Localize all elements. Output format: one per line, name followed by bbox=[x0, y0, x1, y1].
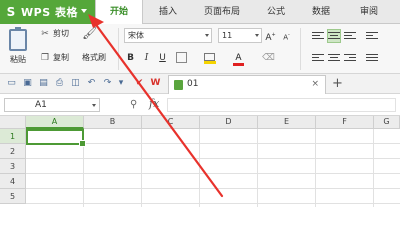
align-center-icon[interactable] bbox=[328, 52, 340, 64]
clipboard-icon bbox=[9, 27, 27, 51]
formula-bar: A1 ⚲ fx bbox=[0, 94, 400, 116]
align-top-icon[interactable] bbox=[312, 30, 324, 42]
copy-label: 复制 bbox=[53, 53, 69, 62]
column-header-f[interactable]: F bbox=[316, 116, 374, 129]
align-middle-icon[interactable] bbox=[327, 29, 341, 43]
close-icon[interactable]: × bbox=[311, 79, 319, 89]
zoom-icon[interactable]: ⚲ bbox=[130, 99, 137, 110]
document-tab[interactable]: 01 × bbox=[168, 75, 326, 94]
check-icon: ✔ bbox=[135, 78, 144, 88]
column-header-c[interactable]: C bbox=[142, 116, 200, 129]
brush-icon: 🖌 bbox=[82, 26, 98, 40]
chevron-down-icon bbox=[205, 34, 209, 37]
column-header-d[interactable]: D bbox=[200, 116, 258, 129]
font-size-select[interactable]: 11 bbox=[218, 28, 262, 43]
font-name-select[interactable]: 宋体 bbox=[124, 28, 212, 43]
borders-icon[interactable] bbox=[176, 52, 187, 63]
tab-data[interactable]: 数据 bbox=[300, 0, 342, 24]
column-header-e[interactable]: E bbox=[258, 116, 316, 129]
tab-home[interactable]: 开始 bbox=[95, 0, 143, 25]
insert-function-icon[interactable]: fx bbox=[149, 97, 159, 110]
font-color-button[interactable]: A bbox=[232, 52, 245, 66]
ribbon-divider bbox=[118, 28, 119, 70]
print-preview-icon[interactable]: ◫ bbox=[70, 78, 81, 89]
format-painter-button[interactable]: 格式刷 bbox=[82, 52, 106, 63]
ribbon: 粘贴 ✂ 剪切 ❐ 复制 🖌 格式刷 宋体 11 A+ A- B I U A ⌫ bbox=[0, 24, 400, 74]
align-bottom-icon[interactable] bbox=[344, 30, 356, 42]
tab-review[interactable]: 审阅 bbox=[348, 0, 390, 24]
row-header-5[interactable]: 5 bbox=[0, 189, 26, 204]
document-tab-name: 01 bbox=[187, 79, 199, 89]
row-header-1[interactable]: 1 bbox=[0, 129, 26, 144]
export-pdf-icon[interactable]: ▤ bbox=[38, 78, 49, 89]
app-title: WPS 表格 bbox=[21, 6, 78, 19]
merge-cells-icon[interactable] bbox=[366, 52, 378, 64]
quick-access-bar: ▭ ▣ ▤ ⎙ ◫ ↶ ↷ ▾ ✔ W 01 × + bbox=[0, 74, 400, 94]
format-painter-icon-button[interactable]: 🖌 bbox=[82, 26, 99, 42]
cut-label: 剪切 bbox=[53, 29, 69, 38]
new-file-icon[interactable]: ▭ bbox=[6, 78, 17, 89]
tab-page-layout[interactable]: 页面布局 bbox=[192, 0, 252, 24]
chevron-down-icon bbox=[81, 9, 87, 13]
clear-format-icon[interactable]: ⌫ bbox=[262, 52, 275, 65]
align-right-icon[interactable] bbox=[344, 52, 356, 64]
cell-reference: A1 bbox=[35, 100, 47, 110]
wrap-text-icon[interactable] bbox=[366, 30, 378, 42]
copy-button[interactable]: ❐ 复制 bbox=[40, 52, 69, 63]
wps-home-icon[interactable]: W bbox=[150, 78, 161, 89]
title-bar: S WPS 表格 开始 插入 页面布局 公式 数据 审阅 bbox=[0, 0, 400, 25]
print-icon[interactable]: ⎙ bbox=[54, 78, 65, 89]
new-tab-button[interactable]: + bbox=[332, 76, 343, 91]
row-header-2[interactable]: 2 bbox=[0, 144, 26, 159]
bold-button[interactable]: B bbox=[124, 52, 137, 65]
tab-insert[interactable]: 插入 bbox=[148, 0, 188, 24]
copy-icon: ❐ bbox=[40, 52, 50, 63]
formula-input[interactable] bbox=[167, 98, 396, 112]
scissors-icon: ✂ bbox=[41, 28, 49, 39]
save-icon[interactable]: ▣ bbox=[22, 78, 33, 89]
app-menu-button[interactable]: S WPS 表格 bbox=[0, 0, 95, 24]
underline-button[interactable]: U bbox=[156, 52, 169, 65]
chevron-down-icon bbox=[255, 34, 259, 37]
chevron-down-icon bbox=[92, 104, 96, 107]
column-header-a[interactable]: A bbox=[26, 116, 84, 129]
name-box[interactable]: A1 bbox=[4, 98, 100, 112]
paste-button[interactable]: 粘贴 bbox=[3, 27, 33, 67]
align-left-icon[interactable] bbox=[312, 52, 324, 64]
row-header-3[interactable]: 3 bbox=[0, 159, 26, 174]
increase-font-icon[interactable]: A+ bbox=[264, 29, 277, 43]
undo-icon[interactable]: ↶ bbox=[86, 78, 97, 89]
ribbon-divider bbox=[300, 28, 301, 70]
select-all-corner[interactable] bbox=[0, 116, 26, 129]
font-color-glyph: A bbox=[235, 53, 242, 63]
cut-button[interactable]: ✂ 剪切 bbox=[40, 28, 69, 39]
active-cell-a1[interactable] bbox=[26, 129, 86, 147]
row-header-4[interactable]: 4 bbox=[0, 174, 26, 189]
paste-label: 粘贴 bbox=[10, 55, 26, 64]
fill-color-icon[interactable] bbox=[204, 52, 217, 65]
spreadsheet-icon bbox=[174, 80, 183, 90]
chevron-down-icon[interactable]: ▾ bbox=[118, 78, 124, 89]
font-size-value: 11 bbox=[222, 31, 233, 40]
column-header-g[interactable]: G bbox=[374, 116, 400, 129]
redo-icon[interactable]: ↷ bbox=[102, 78, 113, 89]
column-header-b[interactable]: B bbox=[84, 116, 142, 129]
spreadsheet-grid: A B C D E F G 1 2 3 4 5 bbox=[0, 116, 400, 207]
wps-logo-icon: S bbox=[6, 5, 16, 19]
font-name-value: 宋体 bbox=[128, 31, 144, 40]
italic-button[interactable]: I bbox=[140, 52, 153, 65]
format-painter-label: 格式刷 bbox=[82, 53, 106, 62]
decrease-font-icon[interactable]: A- bbox=[280, 29, 293, 42]
tab-formulas[interactable]: 公式 bbox=[256, 0, 296, 24]
